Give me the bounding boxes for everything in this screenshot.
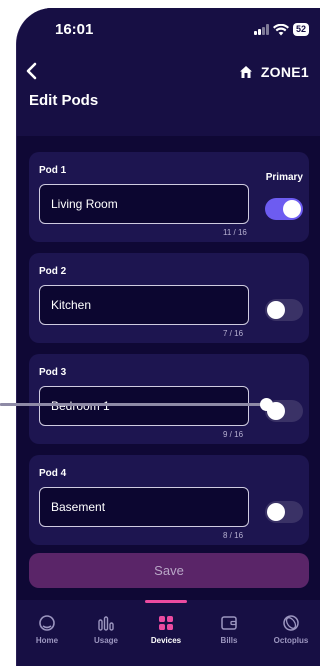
pod-card-2: Pod 2 7 / 16 xyxy=(29,253,309,343)
pod-card-4: Pod 4 8 / 16 xyxy=(29,455,309,545)
back-icon[interactable] xyxy=(25,62,39,80)
drag-handle-track[interactable] xyxy=(0,403,262,406)
pod-name-input[interactable] xyxy=(39,487,249,527)
nav-label: Octoplus xyxy=(273,636,309,645)
zone-selector[interactable]: ZONE1 xyxy=(239,64,309,80)
toggle-knob xyxy=(267,301,285,319)
status-bar: 16:01 52 xyxy=(17,8,320,52)
home-icon xyxy=(239,66,252,78)
nav-label: Bills xyxy=(220,636,238,645)
pod-name-input[interactable] xyxy=(39,386,249,426)
nav-item-octoplus[interactable]: Octoplus xyxy=(261,614,320,645)
usage-icon xyxy=(98,616,114,631)
primary-label: Primary xyxy=(265,172,303,183)
devices-icon xyxy=(159,616,173,630)
octoplus-icon xyxy=(283,615,299,631)
nav-item-home[interactable]: Home xyxy=(17,614,77,645)
bills-icon xyxy=(221,616,237,630)
nav-item-usage[interactable]: Usage xyxy=(76,614,136,645)
toggle-knob xyxy=(283,200,301,218)
char-counter: 7 / 16 xyxy=(223,329,244,338)
save-button[interactable]: Save xyxy=(29,553,309,588)
nav-item-bills[interactable]: Bills xyxy=(199,614,259,645)
pod-label: Pod 1 xyxy=(39,165,67,176)
zone-label: ZONE1 xyxy=(260,64,309,80)
home-icon xyxy=(39,615,55,631)
phone-screen: 16:01 52 ZONE1 Edit Pods Pod 1 Living Ro… xyxy=(16,8,320,666)
header: ZONE1 Edit Pods xyxy=(17,52,320,136)
pod-card-1: Pod 1 11 / 16 Primary xyxy=(29,152,309,242)
nav-label: Usage xyxy=(93,636,118,645)
primary-toggle[interactable] xyxy=(265,299,303,321)
pod-name-input[interactable] xyxy=(39,184,249,224)
nav-label: Devices xyxy=(150,636,182,645)
char-counter: 11 / 16 xyxy=(223,228,247,237)
drag-handle[interactable] xyxy=(260,398,273,411)
bottom-nav: Home Usage Devices Bills Octoplus xyxy=(17,600,320,666)
signal-icon xyxy=(253,24,269,35)
status-time: 16:01 xyxy=(55,21,94,38)
pod-label: Pod 4 xyxy=(39,468,67,479)
pod-label: Pod 2 xyxy=(39,266,67,277)
nav-active-indicator xyxy=(145,600,187,603)
toggle-knob xyxy=(267,503,285,521)
pod-label: Pod 3 xyxy=(39,367,67,378)
pod-name-input[interactable] xyxy=(39,285,249,325)
nav-label: Home xyxy=(35,636,59,645)
primary-toggle[interactable] xyxy=(265,198,303,220)
status-icons: 52 xyxy=(253,23,309,36)
battery-icon: 52 xyxy=(292,23,309,36)
char-counter: 9 / 16 xyxy=(223,430,244,439)
nav-item-devices[interactable]: Devices xyxy=(136,614,196,645)
wifi-icon xyxy=(272,23,289,35)
primary-toggle[interactable] xyxy=(265,501,303,523)
page-title: Edit Pods xyxy=(29,92,99,109)
char-counter: 8 / 16 xyxy=(223,531,244,540)
